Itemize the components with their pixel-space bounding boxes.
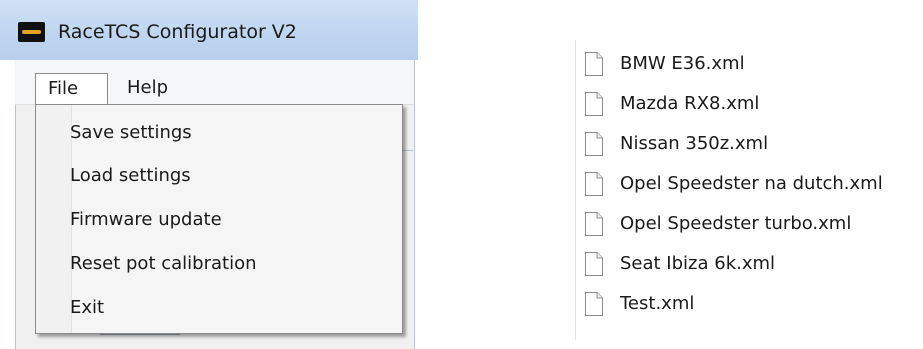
file-item[interactable]: BMW E36.xml xyxy=(576,48,923,82)
document-icon xyxy=(585,52,603,76)
document-icon xyxy=(585,292,603,316)
window-title: RaceTCS Configurator V2 xyxy=(58,21,297,43)
file-name: Test.xml xyxy=(620,293,695,314)
configurator-window: RaceTCS Configurator V2 File Help Save s… xyxy=(0,0,418,349)
file-item[interactable]: Seat Ibiza 6k.xml xyxy=(576,248,923,282)
menu-item-firmware-update[interactable]: Firmware update xyxy=(70,203,360,237)
file-item[interactable]: Test.xml xyxy=(576,288,923,322)
file-name: Seat Ibiza 6k.xml xyxy=(620,253,776,274)
background-divider xyxy=(403,150,413,151)
file-name: Nissan 350z.xml xyxy=(620,133,769,154)
menu-icon-gutter xyxy=(36,105,72,333)
file-name: Opel Speedster na dutch.xml xyxy=(620,173,883,194)
menu-help[interactable]: Help xyxy=(110,73,180,105)
file-item[interactable]: Opel Speedster na dutch.xml xyxy=(576,168,923,202)
document-icon xyxy=(585,212,603,236)
title-bar[interactable]: RaceTCS Configurator V2 xyxy=(0,0,418,60)
menu-item-exit[interactable]: Exit xyxy=(70,291,360,325)
document-icon xyxy=(585,132,603,156)
background-control-edge xyxy=(100,334,180,341)
file-list: BMW E36.xml Mazda RX8.xml Nissan 350z.xm… xyxy=(575,40,923,340)
screenshot-canvas: RaceTCS Configurator V2 File Help Save s… xyxy=(0,0,923,349)
menu-item-reset-pot-calibration[interactable]: Reset pot calibration xyxy=(70,247,360,281)
menu-item-save-settings[interactable]: Save settings xyxy=(70,116,360,150)
file-item[interactable]: Mazda RX8.xml xyxy=(576,88,923,122)
file-item[interactable]: Nissan 350z.xml xyxy=(576,128,923,162)
menu-file[interactable]: File xyxy=(35,73,108,105)
file-name: Opel Speedster turbo.xml xyxy=(620,213,852,234)
menu-item-load-settings[interactable]: Load settings xyxy=(70,159,360,193)
document-icon xyxy=(585,252,603,276)
file-name: BMW E36.xml xyxy=(620,53,745,74)
file-name: Mazda RX8.xml xyxy=(620,93,760,114)
document-icon xyxy=(585,92,603,116)
racetcs-app-icon xyxy=(18,22,45,42)
document-icon xyxy=(585,172,603,196)
file-item[interactable]: Opel Speedster turbo.xml xyxy=(576,208,923,242)
